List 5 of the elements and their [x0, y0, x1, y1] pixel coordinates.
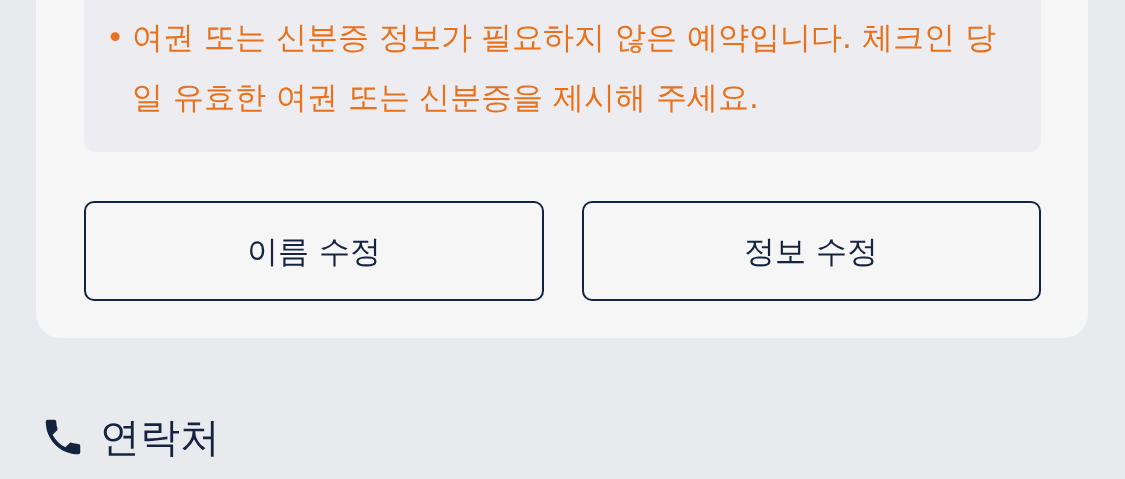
edit-button[interactable]: 이름 수정 [84, 201, 544, 301]
section-title: 연락처 [100, 417, 220, 457]
edit-button[interactable]: 정보 수정 [581, 201, 1041, 301]
notice-text: 여권 또는 신분증 정보가 필요하지 않은 예약입니다. 체크인 당일 유효한 여권 또는 신분증을 제시해 주세요. [132, 18, 997, 117]
bullet: • [106, 18, 126, 57]
